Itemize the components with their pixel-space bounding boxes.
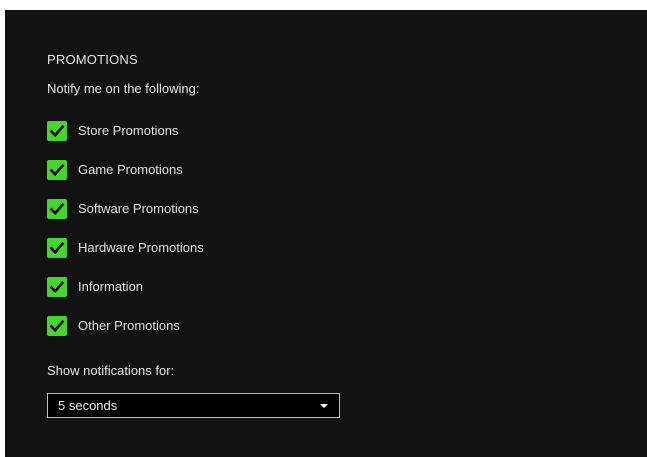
checkbox[interactable] <box>47 276 67 297</box>
dropdown-selected-value: 5 seconds <box>58 398 118 413</box>
option-other-promotions[interactable]: Other Promotions <box>47 306 204 345</box>
checkbox[interactable] <box>47 237 67 258</box>
promotions-settings-panel: PROMOTIONS Notify me on the following: S… <box>5 10 647 457</box>
option-store-promotions[interactable]: Store Promotions <box>47 111 204 150</box>
checkmark-icon <box>49 280 65 293</box>
checkmark-icon <box>49 124 65 137</box>
checkmark-icon <box>49 319 65 332</box>
checkbox[interactable] <box>47 315 67 336</box>
chevron-down-icon[interactable] <box>320 403 328 408</box>
checkmark-icon <box>49 202 65 215</box>
option-label: Store Promotions <box>78 123 179 138</box>
checkbox[interactable] <box>47 198 67 219</box>
option-label: Software Promotions <box>78 201 199 216</box>
section-subtitle: Notify me on the following: <box>47 81 200 96</box>
option-label: Game Promotions <box>78 162 183 177</box>
option-label: Information <box>78 279 144 294</box>
section-title: PROMOTIONS <box>47 52 138 67</box>
option-game-promotions[interactable]: Game Promotions <box>47 150 204 189</box>
promotion-options-list: Store Promotions Game Promotions Softwar… <box>47 111 204 345</box>
option-label: Other Promotions <box>78 318 180 333</box>
option-software-promotions[interactable]: Software Promotions <box>47 189 204 228</box>
checkmark-icon <box>49 241 65 254</box>
option-information[interactable]: Information <box>47 267 204 306</box>
notification-duration-label: Show notifications for: <box>47 363 175 378</box>
checkmark-icon <box>49 163 65 176</box>
checkbox[interactable] <box>47 120 67 141</box>
option-label: Hardware Promotions <box>78 240 204 255</box>
option-hardware-promotions[interactable]: Hardware Promotions <box>47 228 204 267</box>
checkbox[interactable] <box>47 159 67 180</box>
notification-duration-dropdown[interactable]: 5 seconds <box>47 393 340 418</box>
